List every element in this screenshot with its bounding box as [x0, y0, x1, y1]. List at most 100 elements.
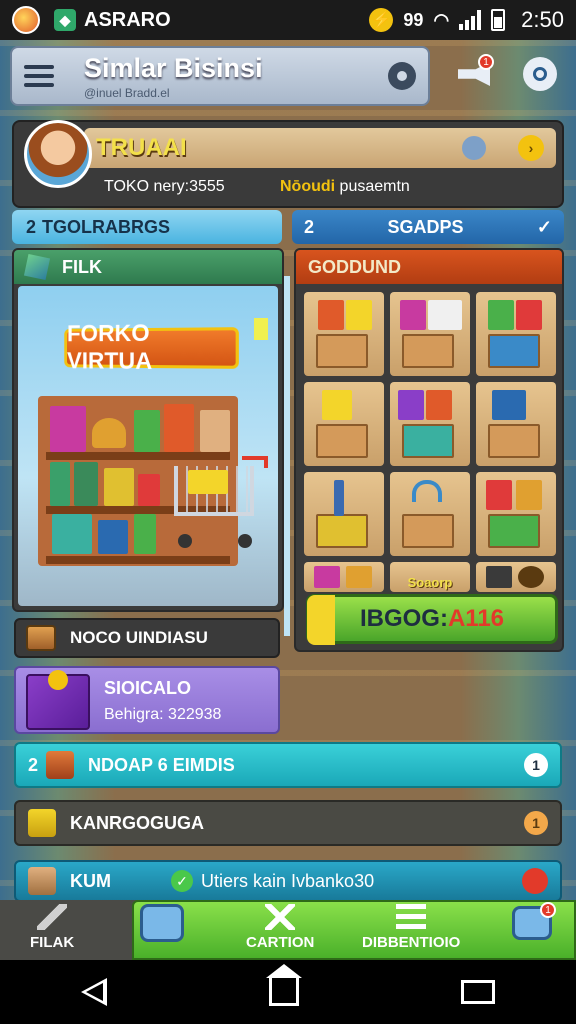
app-badge-icon — [12, 6, 40, 34]
goods-grid: Soaorp — [304, 292, 558, 592]
coin-icon: ⚡ — [369, 8, 394, 32]
bottom-nav: FILAK CARTION DIBBENTIOIO 1 — [0, 900, 576, 960]
row-warehouse-label: KANRGOGUGA — [70, 812, 204, 833]
banner-flag-icon — [254, 318, 268, 340]
system-nav-bar — [0, 960, 576, 1024]
check-icon: ✓ — [536, 216, 552, 237]
goods-tile[interactable] — [476, 562, 556, 592]
notification-badge: 1 — [478, 54, 494, 70]
pin-icon[interactable] — [462, 136, 486, 160]
row-warehouse-badge: 1 — [524, 811, 548, 835]
tab-shops-label: SGADPS — [387, 216, 464, 237]
row-kum[interactable]: KUM ✓ Utiers kain Ivbanko30 — [14, 860, 562, 902]
status-time: 2:50 — [521, 7, 564, 32]
store-profile-card[interactable]: TRUAAI › TOKO nery:3555 Nōoudi pusaemtn — [12, 120, 564, 208]
store-name: TRUAAI — [96, 134, 187, 161]
goods-tile[interactable] — [476, 472, 556, 556]
film-icon — [396, 904, 427, 930]
nav-green-bar — [132, 900, 576, 960]
recents-icon[interactable] — [461, 980, 495, 1004]
gift-box-icon — [46, 751, 75, 779]
goods-tile[interactable] — [304, 292, 384, 376]
status-app-name: ASRARO — [84, 8, 171, 31]
status-label-key: Nōoudi — [280, 178, 336, 195]
back-icon[interactable] — [81, 978, 107, 1006]
goods-tile[interactable] — [304, 472, 384, 556]
row-orders-count: 2 — [28, 754, 39, 775]
price-label: IBGOG:A116 — [360, 605, 504, 633]
row-warehouse[interactable]: KANRGOGUGA 1 — [14, 800, 562, 846]
page-subtitle: @inuel Bradd.el — [84, 85, 170, 100]
nav-dibbentioio[interactable]: DIBBENTIOIO — [362, 904, 460, 951]
home-icon[interactable] — [266, 964, 302, 1006]
status-label-value: pusaemtn — [339, 178, 410, 195]
store-preview-title: FILK — [62, 256, 102, 277]
menu-icon[interactable] — [24, 65, 54, 87]
row-kum-label: KUM — [70, 870, 111, 891]
status-label: Nōoudi pusaemtn — [280, 178, 410, 196]
goods-tile[interactable] — [390, 472, 470, 556]
nav-chat[interactable] — [140, 904, 184, 942]
messages-badge: 1 — [540, 902, 556, 918]
row-orders-label: NDOAP 6 EIMDIS — [88, 754, 235, 775]
goods-tile[interactable] — [476, 382, 556, 466]
goods-panel: GODDUND Soaorp IBGOG:A116 — [294, 248, 564, 652]
goods-tile[interactable] — [304, 382, 384, 466]
tools-icon — [265, 904, 296, 930]
row-orders[interactable]: 2 NDOAP 6 EIMDIS 1 — [14, 742, 562, 788]
notice-label: NOCO UINDIASU — [70, 628, 208, 647]
search-button[interactable] — [516, 50, 564, 98]
goods-tile-label: Soaorp — [407, 575, 453, 590]
app-square-icon: ◆ — [54, 9, 76, 31]
arrow-coin-icon[interactable]: › — [518, 135, 544, 161]
page-title: Simlar Bisinsi — [84, 52, 263, 83]
nav-filak-label: FILAK — [30, 934, 75, 951]
goods-tile[interactable] — [476, 292, 556, 376]
shopping-cart-icon — [168, 456, 268, 548]
nav-cartion-label: CARTION — [246, 934, 315, 951]
status-signal-text: 99 — [403, 9, 424, 30]
goods-tile[interactable] — [304, 562, 384, 592]
price-prefix: IBGOG: — [359, 605, 448, 632]
storage-sub: Behigra: 322938 — [104, 706, 222, 723]
goods-panel-header: GODDUND — [296, 250, 562, 284]
goods-tile-labeled[interactable]: Soaorp — [390, 562, 470, 592]
battery-icon — [491, 9, 506, 31]
tomato-icon — [522, 868, 548, 894]
tab-categories[interactable]: 2 TGOLRABRGS — [12, 210, 282, 244]
row-kum-mid: Utiers kain Ivbanko30 — [201, 870, 375, 891]
check-circle-icon: ✓ — [171, 870, 193, 892]
storage-title: SIOICALO — [104, 678, 192, 698]
app-header: Simlar Bisinsi @inuel Bradd.el — [10, 46, 430, 106]
tab-shops[interactable]: 2 SGADPS ✓ — [292, 210, 564, 244]
storage-card[interactable]: SIOICALO Behigra: 322938 — [14, 666, 280, 734]
gear-icon[interactable] — [388, 62, 416, 90]
avatar[interactable] — [24, 120, 92, 188]
search-icon — [523, 57, 557, 91]
cube-icon — [23, 253, 51, 281]
price-value: A116 — [447, 605, 505, 632]
storage-box-icon — [26, 670, 90, 730]
store-preview-header: FILK — [14, 250, 282, 284]
goods-tile[interactable] — [390, 382, 470, 466]
notifications-button[interactable]: 1 — [450, 50, 498, 98]
notice-bar[interactable]: NOCO UINDIASU — [14, 618, 280, 658]
nav-dibbentioio-label: DIBBENTIOIO — [362, 934, 461, 951]
toko-label: TOKO nery:3555 — [104, 178, 225, 195]
tab-categories-count: 2 — [26, 216, 37, 237]
status-bar: ◆ ASRARO ⚡ 99 ◠ 2:50 — [0, 0, 576, 40]
package-icon — [28, 867, 56, 895]
store-preview-panel: FILK FORKO VIRTUA — [12, 248, 284, 612]
goods-panel-title: GODDUND — [308, 256, 401, 277]
nav-filak[interactable]: FILAK — [30, 904, 74, 951]
store-illustration[interactable]: FORKO VIRTUA — [18, 286, 278, 606]
chest-icon — [26, 625, 56, 651]
store-sign: FORKO VIRTUA — [64, 320, 239, 375]
goods-tile[interactable] — [390, 292, 470, 376]
nav-cartion[interactable]: CARTION — [246, 904, 314, 951]
tab-shops-count: 2 — [304, 216, 315, 237]
signal-icon — [459, 10, 482, 30]
store-name-strip: TRUAAI › — [84, 128, 556, 168]
price-button[interactable]: IBGOG:A116 — [306, 594, 558, 645]
wrench-icon — [37, 904, 68, 930]
